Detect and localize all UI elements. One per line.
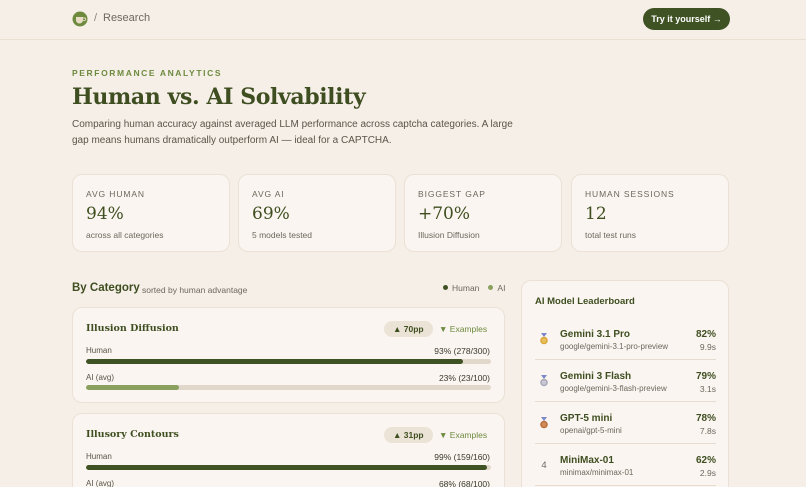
legend-human: Human	[443, 283, 479, 293]
stat-value: +70%	[418, 204, 471, 224]
stat-label: BIGGEST GAP	[418, 189, 486, 199]
legend-ai-dot-icon	[488, 285, 494, 290]
breadcrumb-separator: /	[94, 12, 98, 24]
category-card-illusory-contours: Illusory Contours ▲ 31pp ▼ Examples Huma…	[72, 413, 505, 487]
stat-card-avg-human: AVG HUMAN 94% across all categories	[72, 174, 230, 252]
ai-model-leaderboard: AI Model Leaderboard Gemini 3.1 Pro goog…	[521, 280, 729, 487]
page-title: Human vs. AI Solvability	[72, 84, 366, 110]
human-bar-track	[86, 465, 491, 470]
category-sort-note: sorted by human advantage	[142, 285, 248, 295]
model-accuracy: 62%	[695, 455, 716, 466]
stat-sub: across all categories	[86, 230, 164, 240]
model-accuracy: 78%	[695, 413, 716, 424]
gap-badge: ▲ 70pp	[384, 321, 433, 337]
human-row-label: Human	[86, 452, 112, 461]
ai-row-value: 23% (23/100)	[438, 373, 490, 383]
model-name: Gemini 3.1 Pro	[560, 329, 631, 340]
model-name: MiniMax-01	[560, 455, 614, 466]
stat-sub: Illusion Diffusion	[418, 230, 480, 240]
human-row-label: Human	[86, 346, 112, 355]
stat-value: 12	[585, 204, 607, 224]
model-id: google/gemini-3-flash-preview	[560, 384, 667, 393]
category-name: Illusory Contours	[86, 429, 179, 440]
stat-card-biggest-gap: BIGGEST GAP +70% Illusion Diffusion	[404, 174, 562, 252]
gap-badge: ▲ 31pp	[384, 427, 433, 443]
human-bar-track	[86, 359, 491, 364]
ai-row-label: AI (avg)	[86, 373, 115, 382]
try-it-yourself-button[interactable]: Try it yourself →	[643, 8, 730, 30]
model-time: 2.9s	[699, 468, 716, 478]
ai-bar-fill	[86, 385, 180, 390]
chart-legend: Human AI	[443, 283, 505, 293]
top-bar: / Research Try it yourself →	[0, 0, 806, 40]
human-row-value: 99% (159/160)	[434, 452, 490, 462]
leaderboard-title: AI Model Leaderboard	[535, 296, 635, 307]
leaderboard-row[interactable]: GPT-5 mini openai/gpt-5-mini 78% 7.8s	[535, 402, 716, 444]
examples-toggle[interactable]: ▼ Examples	[439, 430, 487, 440]
leaderboard-row[interactable]: 4 MiniMax-01 minimax/minimax-01 62% 2.9s	[535, 444, 716, 486]
stat-sub: 5 models tested	[252, 230, 313, 240]
model-time: 7.8s	[699, 426, 716, 436]
legend-ai: AI	[488, 283, 505, 293]
model-accuracy: 82%	[695, 329, 716, 340]
stat-label: HUMAN SESSIONS	[585, 189, 675, 199]
model-name: Gemini 3 Flash	[560, 371, 632, 382]
ai-bar-track	[86, 385, 491, 390]
human-row-value: 93% (278/300)	[434, 346, 490, 356]
model-accuracy: 79%	[695, 371, 716, 382]
model-id: openai/gpt-5-mini	[560, 426, 622, 435]
stat-card-avg-ai: AVG AI 69% 5 models tested	[238, 174, 396, 252]
examples-toggle[interactable]: ▼ Examples	[439, 324, 487, 334]
breadcrumb-research[interactable]: Research	[103, 12, 150, 24]
model-name: GPT-5 mini	[560, 413, 613, 424]
category-card-illusion-diffusion: Illusion Diffusion ▲ 70pp ▼ Examples Hum…	[72, 307, 505, 403]
ai-row-label: AI (avg)	[86, 479, 115, 487]
silver-medal-icon	[540, 375, 548, 387]
legend-human-dot-icon	[443, 285, 448, 290]
model-id: minimax/minimax-01	[560, 468, 634, 477]
stat-value: 69%	[252, 204, 290, 224]
category-name: Illusion Diffusion	[86, 323, 179, 334]
bronze-medal-icon	[540, 417, 548, 429]
legend-human-label: Human	[452, 283, 480, 293]
gold-medal-icon	[540, 333, 548, 345]
page-subtitle: Comparing human accuracy against average…	[72, 119, 513, 146]
category-section-title: By Category	[72, 282, 140, 294]
leaderboard-row[interactable]: Gemini 3.1 Pro google/gemini-3.1-pro-pre…	[535, 318, 716, 360]
leaderboard-row[interactable]: Gemini 3 Flash google/gemini-3-flash-pre…	[535, 360, 716, 402]
model-id: google/gemini-3.1-pro-preview	[560, 342, 669, 351]
model-time: 3.1s	[699, 384, 716, 394]
stat-label: AVG HUMAN	[86, 189, 145, 199]
section-eyebrow: PERFORMANCE ANALYTICS	[72, 68, 223, 78]
stat-label: AVG AI	[252, 189, 285, 199]
model-rank: 4	[541, 460, 547, 471]
stat-card-human-sessions: HUMAN SESSIONS 12 total test runs	[571, 174, 729, 252]
ai-row-value: 68% (68/100)	[438, 479, 490, 487]
cup-icon[interactable]	[72, 11, 88, 27]
stat-value: 94%	[86, 204, 124, 224]
stat-sub: total test runs	[585, 230, 637, 240]
human-bar-fill	[86, 465, 487, 470]
legend-ai-label: AI	[497, 283, 506, 293]
human-bar-fill	[86, 359, 463, 364]
model-time: 9.9s	[699, 342, 716, 352]
